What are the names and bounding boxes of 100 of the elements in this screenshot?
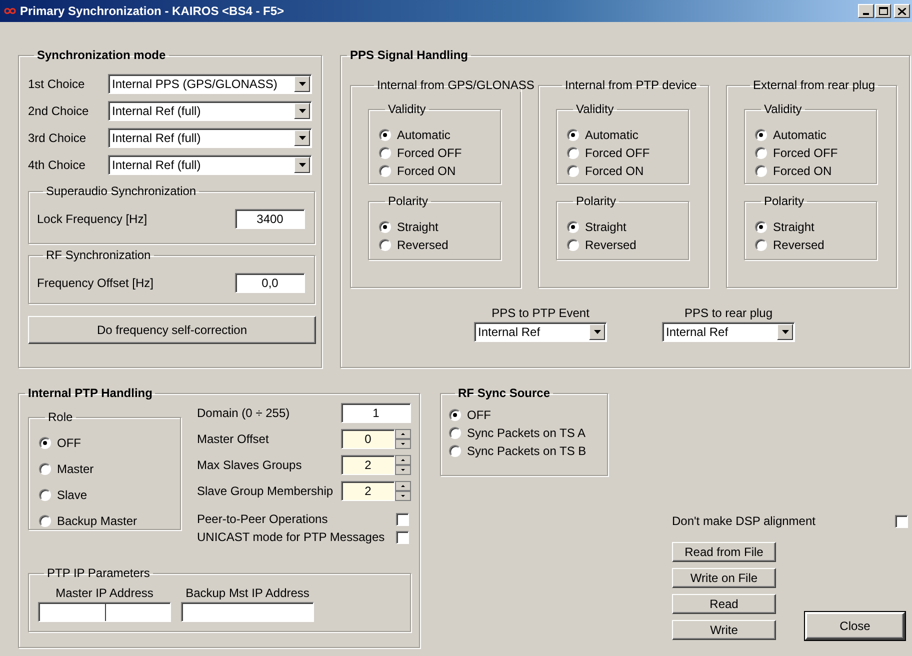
spin-arrows-icon[interactable] xyxy=(395,429,411,449)
spin-field[interactable]: 2 xyxy=(341,455,395,475)
field-label: Domain (0 ÷ 255) xyxy=(197,406,291,420)
radio-button[interactable] xyxy=(449,427,461,439)
action-button[interactable]: Write xyxy=(672,620,776,640)
group-title: Internal PTP Handling xyxy=(27,386,154,400)
group-title: Internal from GPS/GLONASS xyxy=(376,78,536,92)
radio-button[interactable] xyxy=(755,165,767,177)
group-title: External from rear plug xyxy=(752,78,876,92)
radio-button[interactable] xyxy=(379,239,391,251)
option-label: Forced OFF xyxy=(773,146,838,160)
spin-arrows-icon[interactable] xyxy=(395,481,411,501)
radio-button[interactable] xyxy=(567,239,579,251)
app-icon xyxy=(4,6,16,16)
radio-button[interactable] xyxy=(379,147,391,159)
option-label: Backup Master xyxy=(57,514,138,528)
option-label: Straight xyxy=(773,220,814,234)
input-field[interactable]: 0,0 xyxy=(235,273,305,293)
group-title: Validity xyxy=(387,102,427,116)
maximize-button[interactable] xyxy=(875,4,891,18)
group-title: Polarity xyxy=(575,194,618,208)
input-field[interactable]: 1 xyxy=(341,403,411,423)
spin-field[interactable]: 0 xyxy=(341,429,395,449)
radio-button[interactable] xyxy=(39,463,51,475)
option-label: Automatic xyxy=(397,128,450,142)
group-title: Polarity xyxy=(763,194,806,208)
radio-button[interactable] xyxy=(39,437,51,449)
radio-button[interactable] xyxy=(39,489,51,501)
action-button[interactable]: Write on File xyxy=(672,568,776,588)
ip-address-field[interactable] xyxy=(38,602,171,622)
field-label: 1st Choice xyxy=(28,76,86,90)
radio-button[interactable] xyxy=(755,147,767,159)
action-button[interactable]: Read xyxy=(672,594,776,614)
close-button[interactable]: Close xyxy=(805,612,905,640)
field-label: Lock Frequency [Hz] xyxy=(37,212,148,226)
radio-button[interactable] xyxy=(755,129,767,141)
field-label: PPS to rear plug xyxy=(684,306,773,320)
group-title: Validity xyxy=(575,102,615,116)
option-label: Forced OFF xyxy=(585,146,650,160)
radio-button[interactable] xyxy=(567,221,579,233)
checkbox[interactable] xyxy=(396,512,409,526)
dropdown[interactable]: Internal Ref xyxy=(474,322,607,342)
radio-button[interactable] xyxy=(379,165,391,177)
close-icon[interactable] xyxy=(894,4,910,18)
maximize-icon[interactable] xyxy=(878,7,888,15)
checkbox-label: Peer-to-Peer Operations xyxy=(197,512,328,526)
window-title: Primary Synchronization - KAIROS <BS4 - F5> xyxy=(20,4,286,18)
checkbox-label: Don't make DSP alignment xyxy=(672,514,816,528)
self-correction-button[interactable]: Do frequency self-correction xyxy=(28,316,316,344)
dropdown[interactable]: Internal PPS (GPS/GLONASS) xyxy=(108,74,312,94)
radio-button[interactable] xyxy=(379,221,391,233)
field-label: 3rd Choice xyxy=(28,130,88,144)
field-label: Max Slaves Groups xyxy=(197,458,303,472)
option-label: Slave xyxy=(57,488,88,502)
ip-address-field[interactable] xyxy=(181,602,314,622)
group-title: Validity xyxy=(763,102,803,116)
option-label: Master xyxy=(57,462,94,476)
radio-button[interactable] xyxy=(449,445,461,457)
radio-button[interactable] xyxy=(379,129,391,141)
action-button[interactable]: Read from File xyxy=(672,542,776,562)
radio-button[interactable] xyxy=(567,129,579,141)
checkbox-label: UNICAST mode for PTP Messages xyxy=(197,530,385,544)
group-title: Synchronization mode xyxy=(36,48,167,62)
checkbox[interactable] xyxy=(396,530,409,544)
spin-arrows-icon[interactable] xyxy=(395,455,411,475)
option-label: Forced ON xyxy=(397,164,456,178)
option-label: OFF xyxy=(467,408,491,422)
dropdown[interactable]: Internal Ref (full) xyxy=(108,128,312,148)
option-label: Automatic xyxy=(585,128,638,142)
group-title: Superaudio Synchronization xyxy=(45,184,198,198)
field-label: Slave Group Membership xyxy=(197,484,334,498)
dropdown[interactable]: Internal Ref (full) xyxy=(108,100,312,120)
dropdown[interactable]: Internal Ref (full) xyxy=(108,154,312,174)
option-label: OFF xyxy=(57,436,81,450)
field-label: Master IP Address xyxy=(56,586,154,600)
option-label: Automatic xyxy=(773,128,826,142)
option-label: Straight xyxy=(397,220,438,234)
radio-button[interactable] xyxy=(39,515,51,527)
group-title: Role xyxy=(47,410,74,424)
option-label: Reversed xyxy=(397,238,448,252)
option-label: Forced OFF xyxy=(397,146,462,160)
minimize-button[interactable] xyxy=(858,4,874,18)
checkbox[interactable] xyxy=(895,514,908,528)
field-label: Backup Mst IP Address xyxy=(186,586,310,600)
radio-button[interactable] xyxy=(449,409,461,421)
radio-button[interactable] xyxy=(567,165,579,177)
radio-button[interactable] xyxy=(755,239,767,251)
option-label: Forced ON xyxy=(773,164,832,178)
radio-button[interactable] xyxy=(755,221,767,233)
field-label: Master Offset xyxy=(197,432,270,446)
field-label: 4th Choice xyxy=(28,158,86,172)
input-field[interactable]: 3400 xyxy=(235,209,305,229)
field-label: Frequency Offset [Hz] xyxy=(37,276,154,290)
dropdown[interactable]: Internal Ref xyxy=(662,322,795,342)
field-label: 2nd Choice xyxy=(28,104,90,118)
field-label: PPS to PTP Event xyxy=(492,306,590,320)
spin-field[interactable]: 2 xyxy=(341,481,395,501)
option-label: Reversed xyxy=(585,238,636,252)
radio-button[interactable] xyxy=(567,147,579,159)
group-title: RF Synchronization xyxy=(45,248,152,262)
